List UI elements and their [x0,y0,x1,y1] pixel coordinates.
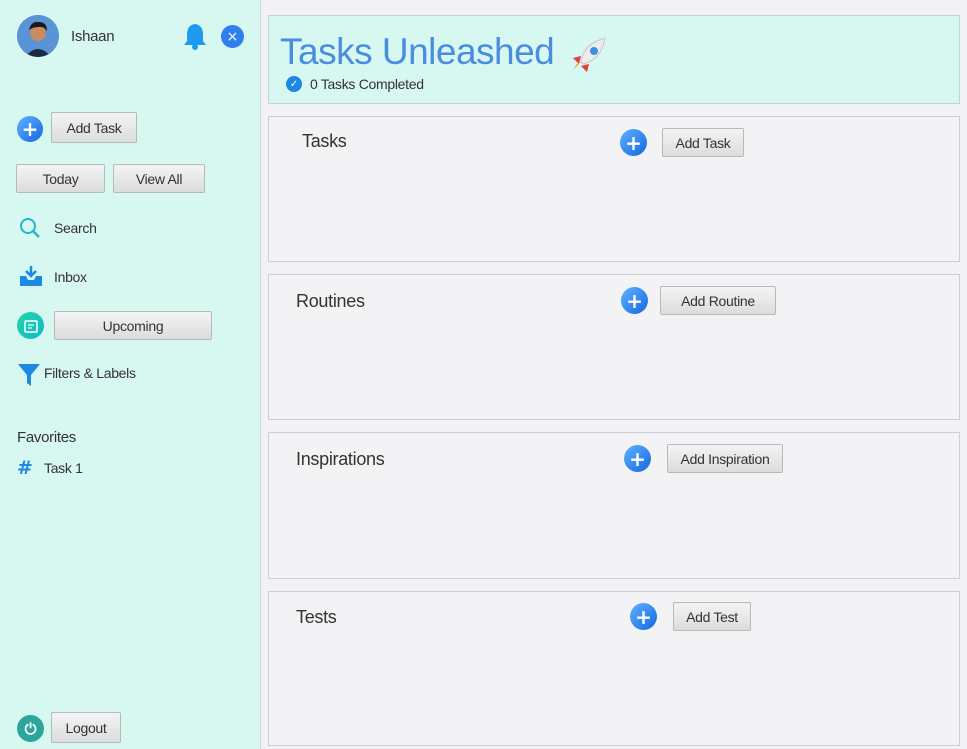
sidebar-add-task-button[interactable]: Add Task [51,112,137,143]
filter-icon[interactable] [17,362,41,388]
header-card: Tasks Unleashed ✓ 0 Tasks Completed [268,15,960,104]
rocket-icon [569,34,611,74]
favorite-item-task-1[interactable]: Task 1 [44,460,83,476]
upcoming-button[interactable]: Upcoming [54,311,212,340]
tests-section: Tests + Add Test [268,591,960,746]
add-inspiration-plus-icon[interactable]: + [624,445,651,472]
section-title: Tests [296,607,337,627]
logout-button[interactable]: Logout [51,712,121,743]
tasks-section: Tasks + Add Task [268,116,960,262]
view-all-button[interactable]: View All [113,164,205,193]
logout-icon[interactable]: ⏻ [17,715,44,742]
hash-icon: # [17,457,33,479]
favorites-heading: Favorites [17,429,76,446]
user-name: Ishaan [71,28,115,45]
avatar-icon [17,15,59,57]
page-title: Tasks Unleashed [280,31,555,72]
sidebar-item-inbox[interactable]: Inbox [54,269,87,285]
add-test-button[interactable]: Add Test [673,602,751,631]
check-circle-icon: ✓ [286,76,302,92]
section-title: Inspirations [296,449,385,469]
close-icon[interactable]: × [221,25,244,48]
sidebar-item-filters-labels[interactable]: Filters & Labels [44,365,136,381]
routines-section: Routines + Add Routine [268,274,960,420]
calendar-icon[interactable] [17,312,44,339]
add-test-plus-icon[interactable]: + [630,603,657,630]
add-task-plus-icon[interactable]: + [620,129,647,156]
add-routine-plus-icon[interactable]: + [621,287,648,314]
sidebar-item-search[interactable]: Search [54,220,97,236]
section-title: Tasks [302,131,347,151]
inspirations-section: Inspirations + Add Inspiration [268,432,960,579]
add-routine-button[interactable]: Add Routine [660,286,776,315]
inbox-icon[interactable] [18,264,44,288]
add-task-button[interactable]: Add Task [662,128,744,157]
sidebar: Ishaan × + Add Task Today View All Searc… [0,0,261,749]
avatar[interactable] [17,15,59,57]
notification-bell-icon[interactable] [182,22,208,50]
tasks-completed-count: 0 Tasks Completed [310,76,424,92]
today-button[interactable]: Today [16,164,105,193]
add-inspiration-button[interactable]: Add Inspiration [667,444,783,473]
add-task-plus-icon[interactable]: + [17,116,43,142]
search-icon[interactable] [19,217,41,239]
section-title: Routines [296,291,365,311]
